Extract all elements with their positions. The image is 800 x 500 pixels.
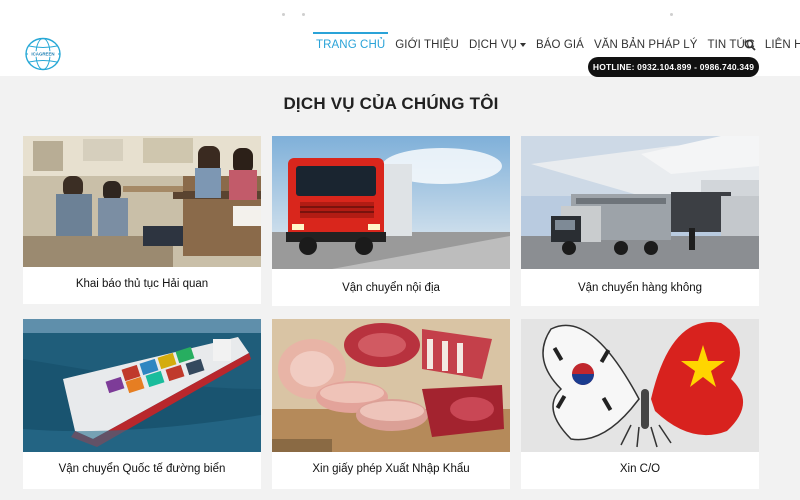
search-icon[interactable] bbox=[744, 39, 756, 51]
flag-butterfly-photo bbox=[521, 319, 759, 452]
logo-text: ICAGREEN bbox=[31, 52, 54, 57]
site-header: ICAGREEN TRANG CHỦ GIỚI THIỆU DỊCH VỤ BÁ… bbox=[0, 32, 800, 77]
service-caption: Xin C/O bbox=[619, 463, 661, 475]
nav-item-trang-chu[interactable]: TRANG CHỦ bbox=[311, 32, 390, 57]
nav-item-lien-he[interactable]: LIÊN HỆ bbox=[760, 33, 800, 57]
top-bar-dot bbox=[302, 13, 305, 16]
top-bar-dot bbox=[670, 13, 673, 16]
service-caption: Vận chuyển nội địa bbox=[342, 282, 440, 294]
cargo-plane-photo bbox=[521, 136, 759, 269]
service-card-sea[interactable]: Vận chuyển Quốc tế đường biển bbox=[23, 319, 261, 489]
service-card-air[interactable]: Vận chuyển hàng không bbox=[521, 136, 759, 306]
nav-item-van-ban-phap-ly[interactable]: VĂN BẢN PHÁP LÝ bbox=[589, 33, 703, 57]
nav-item-dich-vu[interactable]: DỊCH VỤ bbox=[464, 33, 531, 57]
globe-logo-icon[interactable]: ICAGREEN bbox=[24, 37, 62, 71]
nav-item-bao-gia[interactable]: BÁO GIÁ bbox=[531, 33, 589, 57]
hotline-badge[interactable]: HOTLINE: 0932.104.899 - 0986.740.349 bbox=[588, 57, 759, 77]
service-card-domestic[interactable]: Vận chuyển nội địa bbox=[272, 136, 510, 306]
red-truck-photo bbox=[272, 136, 510, 269]
service-card-license[interactable]: Xin giấy phép Xuất Nhập Khẩu bbox=[272, 319, 510, 489]
service-caption: Vận chuyển Quốc tế đường biển bbox=[58, 463, 226, 475]
top-bar-dot bbox=[282, 13, 285, 16]
nav-item-dich-vu-label: DỊCH VỤ bbox=[468, 39, 517, 51]
section-title: DỊCH VỤ CỦA CHÚNG TÔI bbox=[283, 94, 499, 113]
nav-item-gioi-thieu[interactable]: GIỚI THIỆU bbox=[390, 33, 464, 57]
container-ship-photo bbox=[23, 319, 261, 452]
chevron-down-icon bbox=[519, 42, 526, 47]
service-card-customs[interactable]: Khai báo thủ tục Hải quan bbox=[23, 136, 261, 304]
meat-photo bbox=[272, 319, 510, 452]
top-bar bbox=[0, 0, 800, 33]
customs-office-photo bbox=[23, 136, 261, 267]
service-caption: Khai báo thủ tục Hải quan bbox=[75, 278, 209, 290]
service-card-co[interactable]: Xin C/O bbox=[521, 319, 759, 489]
service-caption: Xin giấy phép Xuất Nhập Khẩu bbox=[312, 463, 470, 475]
main-nav: TRANG CHỦ GIỚI THIỆU DỊCH VỤ BÁO GIÁ VĂN… bbox=[311, 32, 800, 57]
service-caption: Vận chuyển hàng không bbox=[577, 282, 703, 294]
